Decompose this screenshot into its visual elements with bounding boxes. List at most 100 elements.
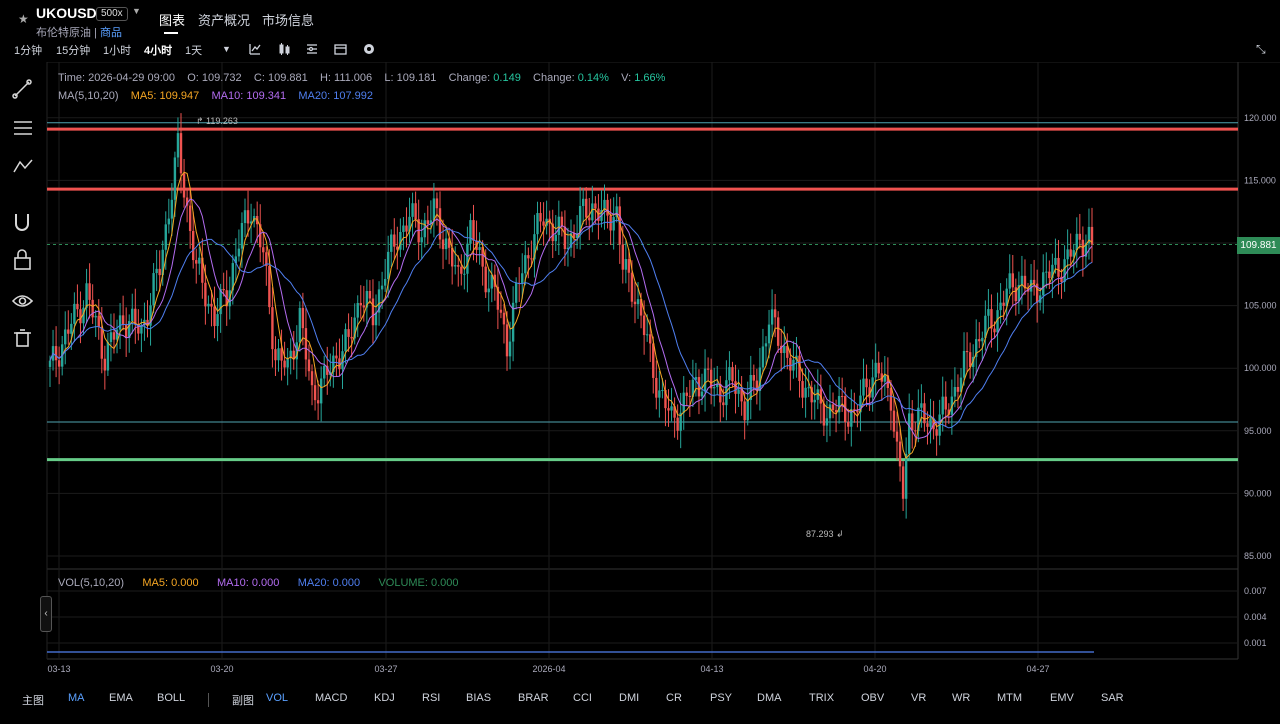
candle-body [310,371,314,386]
candle-body [624,259,628,270]
candle-body [438,208,442,240]
candle-body [999,302,1002,311]
candle-body [865,378,868,388]
indicator-trix[interactable]: TRIX [809,692,834,704]
candle-body [682,392,685,413]
candle-body [271,307,274,350]
timeframe-4h[interactable]: 4小时 [144,42,172,58]
candle-body [344,329,347,352]
candle-body [88,283,91,300]
candle-body [67,329,70,334]
timeframe-1m[interactable]: 1分钟 [14,42,42,58]
gear-icon[interactable] [364,44,374,54]
indicator-mtm[interactable]: MTM [997,692,1022,704]
indicator-brar[interactable]: BRAR [518,692,549,704]
tab-asset-overview[interactable]: 资产概况 [198,10,250,29]
candle-body [262,247,265,253]
timeframe-1d[interactable]: 1天 [185,42,202,58]
candle-body [469,220,472,244]
candle-body [524,255,527,274]
indicator-wr[interactable]: WR [952,692,970,704]
indicator-icon[interactable] [249,44,261,55]
candle-body [420,237,423,243]
indicator-dmi[interactable]: DMI [619,692,639,704]
candle-body [889,388,893,411]
category-link[interactable]: 商品 [100,27,122,39]
indicator-cci[interactable]: CCI [573,692,592,704]
candle-body [685,392,688,396]
candle-body [460,266,463,274]
y-tick-label: 90.000 [1244,488,1272,498]
candle-body [368,290,372,299]
x-tick-label: 04-20 [863,664,886,672]
candle-body [109,332,113,343]
indicator-sar[interactable]: SAR [1101,692,1124,704]
indicator-vol[interactable]: VOL [266,692,288,704]
indicator-ema[interactable]: EMA [109,692,133,704]
timeframe-more-icon[interactable]: ▼ [222,44,231,54]
indicator-rsi[interactable]: RSI [422,692,440,704]
candle-body [1066,249,1069,260]
candle-body [73,303,76,324]
candle-body [962,350,966,378]
timeframe-15m[interactable]: 15分钟 [56,42,90,58]
indicator-emv[interactable]: EMV [1050,692,1074,704]
candle-body [746,399,749,421]
candle-body [1069,249,1072,257]
x-tick-label: 03-20 [210,664,233,672]
candle-body [106,342,110,371]
candle-body [1011,273,1014,288]
candle-body [402,225,405,233]
candle-type-icon[interactable] [279,43,290,55]
candle-body [645,334,649,336]
indicator-obv[interactable]: OBV [861,692,884,704]
candle-body [307,359,311,372]
vol-label: VOL(5,10,20) [58,577,125,589]
calendar-icon[interactable] [334,44,347,55]
indicator-macd[interactable]: MACD [315,692,347,704]
candle-body [283,360,286,368]
symbol-dropdown-icon[interactable]: ▼ [132,6,141,16]
candle-body [700,391,704,397]
candle-body [323,365,326,379]
symbol-subtitle: 布伦特原油 | 商品 [36,27,122,39]
indicator-ma[interactable]: MA [68,692,85,704]
candle-body [831,404,835,411]
candle-body [502,312,506,325]
indicator-bias[interactable]: BIAS [466,692,491,704]
info-high: H: 111.006 [319,72,373,84]
ma-info: MA(5,10,20) MA5: 109.947 MA10: 109.341 M… [58,90,373,102]
indicator-vr[interactable]: VR [911,692,926,704]
candle-body [207,303,210,307]
candle-body [993,328,996,333]
candle-body [64,329,67,345]
candle-body [182,173,186,198]
tab-chart[interactable]: 图表 [159,10,185,29]
tab-market-info[interactable]: 市场信息 [262,10,314,29]
candle-body [630,272,634,302]
collapse-sidebar-button[interactable]: ‹ [40,596,52,632]
candle-body [743,401,746,421]
indicator-boll[interactable]: BOLL [157,692,185,704]
x-tick-label: 2026-04 [532,664,565,672]
info-open: O: 109.732 [187,72,242,84]
candle-body [667,408,670,411]
ma20-value: MA20: 107.992 [298,90,373,102]
settings-list-icon[interactable] [307,44,317,54]
indicator-psy[interactable]: PSY [710,692,732,704]
candle-body [536,213,539,235]
fullscreen-icon[interactable]: ⤡ [1256,42,1266,57]
candle-body [542,221,545,226]
candle-body [97,315,100,327]
candle-body [978,339,981,342]
high-marker: ↱ 119.263 [196,116,238,126]
indicator-kdj[interactable]: KDJ [374,692,395,704]
candle-body [167,218,171,225]
timeframe-1h[interactable]: 1小时 [103,42,131,58]
favorite-star-icon[interactable]: ★ [18,12,29,26]
indicator-dma[interactable]: DMA [757,692,781,704]
current-price-tag: 109.881 [1237,237,1280,254]
candle-body [633,301,637,305]
indicator-cr[interactable]: CR [666,692,682,704]
candle-body [929,418,932,427]
